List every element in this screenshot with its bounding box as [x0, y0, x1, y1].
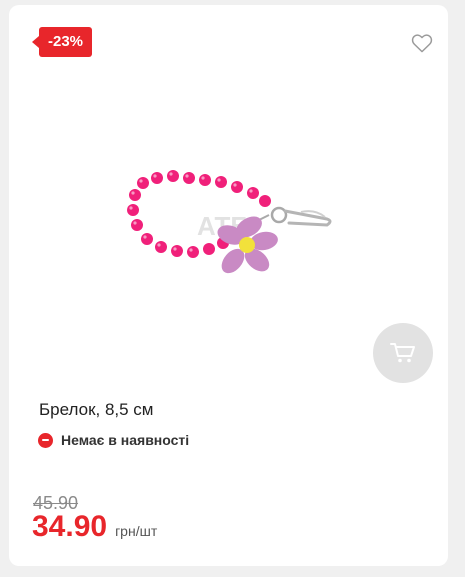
- product-card[interactable]: -23% АТБ: [9, 5, 448, 566]
- shopping-cart-icon: [390, 343, 415, 363]
- minus-circle-icon: [38, 432, 53, 448]
- price-value: 34.90: [32, 510, 108, 543]
- product-title[interactable]: Брелок, 8,5 см: [39, 400, 154, 420]
- price-unit: грн/шт: [115, 523, 158, 539]
- discount-badge: -23%: [32, 27, 92, 57]
- keychain-clasp: [258, 206, 332, 227]
- heart-outline-icon[interactable]: [411, 33, 433, 53]
- current-price: 34.90 грн/шт: [32, 510, 157, 544]
- availability-label: Немає в наявності: [61, 432, 190, 448]
- product-image[interactable]: АТБ: [119, 165, 349, 295]
- add-to-cart-button[interactable]: [373, 323, 433, 383]
- availability-status: Немає в наявності: [38, 432, 189, 448]
